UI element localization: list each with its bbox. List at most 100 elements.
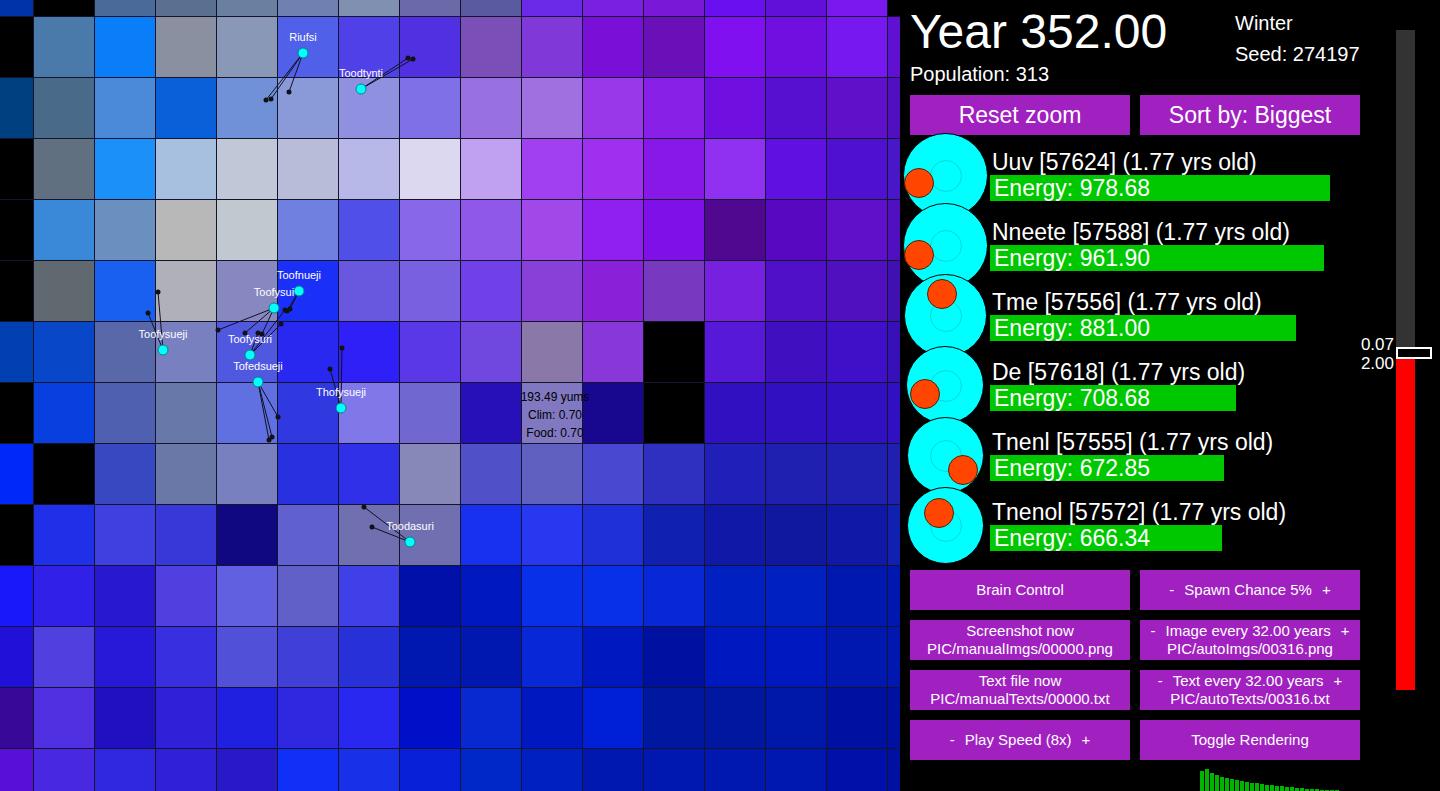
creature-body-icon[interactable]	[158, 345, 168, 355]
map-tile[interactable]	[583, 78, 643, 138]
map-tile[interactable]	[827, 0, 887, 16]
map-tile[interactable]	[156, 17, 216, 77]
map-tile[interactable]	[522, 200, 582, 260]
map-tile[interactable]	[95, 505, 155, 565]
map-tile[interactable]	[0, 688, 33, 748]
map-tile[interactable]	[0, 505, 33, 565]
map-tile[interactable]	[217, 505, 277, 565]
map-tile[interactable]	[0, 78, 33, 138]
map-tile[interactable]	[644, 200, 704, 260]
map-tile[interactable]	[461, 200, 521, 260]
map-tile[interactable]	[339, 322, 399, 382]
map-tile[interactable]	[34, 0, 94, 16]
map-tile[interactable]	[400, 322, 460, 382]
map-tile[interactable]	[522, 139, 582, 199]
map-tile[interactable]	[766, 139, 826, 199]
map-tile[interactable]	[522, 261, 582, 321]
map-tile[interactable]	[583, 505, 643, 565]
map-tile[interactable]	[461, 444, 521, 504]
map-tile[interactable]	[461, 17, 521, 77]
map-tile[interactable]	[339, 505, 399, 565]
map-tile[interactable]	[644, 444, 704, 504]
map-tile[interactable]	[766, 627, 826, 687]
map-tile[interactable]	[461, 688, 521, 748]
creature-body-icon[interactable]	[245, 350, 255, 360]
map-tile[interactable]	[888, 444, 900, 504]
control-button[interactable]: Brain Control	[910, 570, 1130, 610]
map-tile[interactable]	[95, 17, 155, 77]
creature-body-icon[interactable]	[356, 84, 366, 94]
map-tile[interactable]	[156, 261, 216, 321]
map-tile[interactable]	[217, 688, 277, 748]
map-tile[interactable]	[705, 566, 765, 626]
creature-body-icon[interactable]	[405, 537, 415, 547]
map-tile[interactable]	[583, 688, 643, 748]
map-tile[interactable]	[34, 627, 94, 687]
decrease-button[interactable]: -	[1151, 622, 1156, 640]
map-tile[interactable]	[766, 505, 826, 565]
map-tile[interactable]	[34, 688, 94, 748]
world-map[interactable]: RiufsiToodtyntiToofnuejiToofysuiToofysue…	[0, 0, 900, 791]
map-tile[interactable]	[583, 444, 643, 504]
map-tile[interactable]	[34, 139, 94, 199]
map-tile[interactable]	[339, 566, 399, 626]
map-tile[interactable]	[0, 139, 33, 199]
map-tile[interactable]	[827, 78, 887, 138]
map-tile[interactable]	[339, 0, 399, 16]
control-button[interactable]: -Spawn Chance 5%+	[1140, 570, 1360, 610]
map-tile[interactable]	[0, 0, 33, 16]
map-tile[interactable]	[95, 749, 155, 791]
top-button[interactable]: Reset zoom	[910, 95, 1130, 135]
map-tile[interactable]	[583, 566, 643, 626]
map-tile[interactable]	[217, 200, 277, 260]
map-tile[interactable]	[644, 139, 704, 199]
map-tile[interactable]	[888, 688, 900, 748]
map-tile[interactable]	[400, 444, 460, 504]
map-tile[interactable]	[827, 322, 887, 382]
map-tile[interactable]	[583, 749, 643, 791]
map-tile[interactable]	[705, 749, 765, 791]
map-tile[interactable]	[278, 0, 338, 16]
map-tile[interactable]	[34, 200, 94, 260]
map-tile[interactable]	[278, 200, 338, 260]
map-tile[interactable]	[827, 566, 887, 626]
map-tile[interactable]	[888, 200, 900, 260]
map-tile[interactable]	[461, 383, 521, 443]
map-tile[interactable]	[34, 566, 94, 626]
map-tile[interactable]	[766, 566, 826, 626]
map-tile[interactable]	[644, 749, 704, 791]
map-tile[interactable]	[461, 78, 521, 138]
map-tile[interactable]	[217, 78, 277, 138]
map-tile[interactable]	[0, 444, 33, 504]
map-tile[interactable]	[217, 444, 277, 504]
map-tile[interactable]	[522, 749, 582, 791]
map-tile[interactable]	[339, 139, 399, 199]
map-tile[interactable]	[400, 566, 460, 626]
map-tile[interactable]	[278, 17, 338, 77]
map-tile[interactable]	[522, 0, 582, 16]
map-tile[interactable]	[766, 261, 826, 321]
map-tile[interactable]	[156, 444, 216, 504]
map-tile[interactable]	[95, 78, 155, 138]
map-tile[interactable]	[766, 383, 826, 443]
map-tile[interactable]	[461, 322, 521, 382]
map-tile[interactable]	[644, 0, 704, 16]
map-tile[interactable]	[95, 0, 155, 16]
map-tile[interactable]	[34, 444, 94, 504]
map-tile[interactable]	[644, 566, 704, 626]
map-tile[interactable]	[217, 0, 277, 16]
map-tile[interactable]	[95, 200, 155, 260]
creature[interactable]: Riufsi	[264, 31, 317, 103]
map-tile[interactable]	[644, 78, 704, 138]
map-tile[interactable]	[705, 200, 765, 260]
map-tile[interactable]	[156, 505, 216, 565]
map-tile[interactable]	[278, 749, 338, 791]
map-tile[interactable]	[583, 0, 643, 16]
map-tile[interactable]	[217, 139, 277, 199]
map-tile[interactable]	[644, 17, 704, 77]
map-tile[interactable]	[766, 322, 826, 382]
leaderboard-row[interactable]: Tnenol [57572] (1.77 yrs old)Energy: 666…	[910, 490, 1360, 560]
increase-button[interactable]: +	[1341, 622, 1350, 640]
map-tile[interactable]	[644, 505, 704, 565]
map-tile[interactable]	[461, 627, 521, 687]
